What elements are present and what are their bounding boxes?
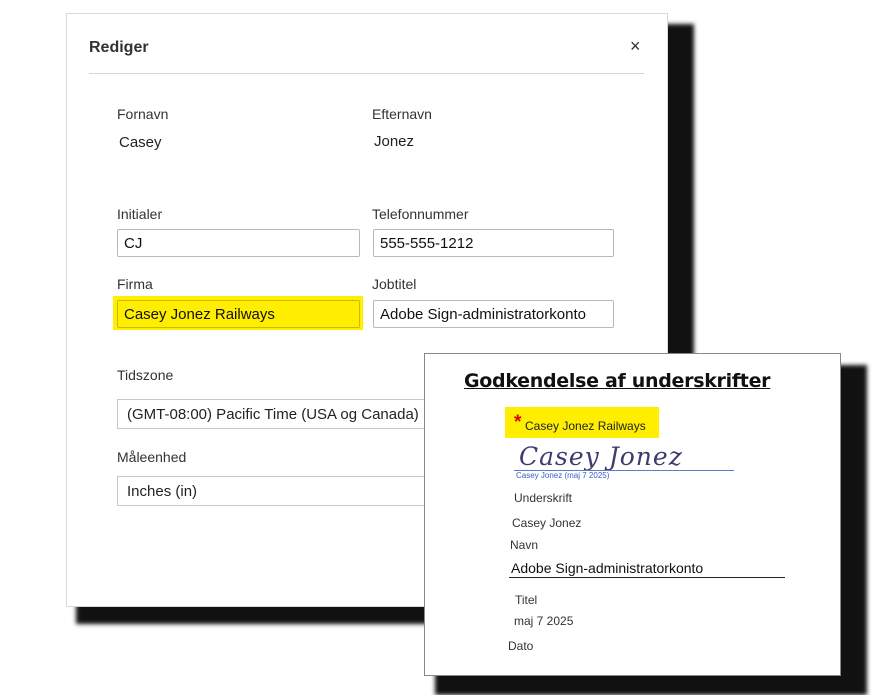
title-label: Titel [515,593,538,607]
document-date: maj 7 2025 [514,614,574,628]
document-company: Casey Jonez Railways [525,419,646,433]
name-label: Navn [510,538,539,552]
title-line [509,577,785,578]
required-marker: * [514,412,522,433]
date-label: Dato [508,639,534,653]
last-name-value: Jonez [374,133,415,150]
company-label: Firma [117,276,153,292]
first-name-value: Casey [119,134,162,151]
phone-label: Telefonnummer [372,206,469,222]
signature-label: Underskrift [514,491,573,505]
initials-label: Initialer [117,206,163,222]
close-icon[interactable]: × [630,36,641,57]
jobtitle-input[interactable]: Adobe Sign-administratorkonto [373,300,614,328]
phone-input[interactable]: 555-555-1212 [373,229,614,257]
document-title: Adobe Sign-administratorkonto [511,560,704,576]
document-heading: Godkendelse af underskrifter [464,370,771,392]
first-name-label: Fornavn [117,106,169,122]
company-field-highlight: * Casey Jonez Railways [505,407,659,438]
last-name-label: Efternavn [372,106,432,122]
title-divider [89,73,644,74]
initials-input[interactable]: CJ [117,229,360,257]
signature-caption: Casey Jonez (maj 7 2025) [516,471,610,480]
timezone-label: Tidszone [117,367,174,383]
unit-label: Måleenhed [117,449,187,465]
jobtitle-label: Jobtitel [372,276,417,292]
signed-document-preview: Godkendelse af underskrifter * Casey Jon… [424,353,841,676]
company-input[interactable]: Casey Jonez Railways [117,300,360,328]
signature-image: Casey Jonez [519,442,683,471]
document-name: Casey Jonez [512,516,582,530]
dialog-title: Rediger [89,39,149,56]
